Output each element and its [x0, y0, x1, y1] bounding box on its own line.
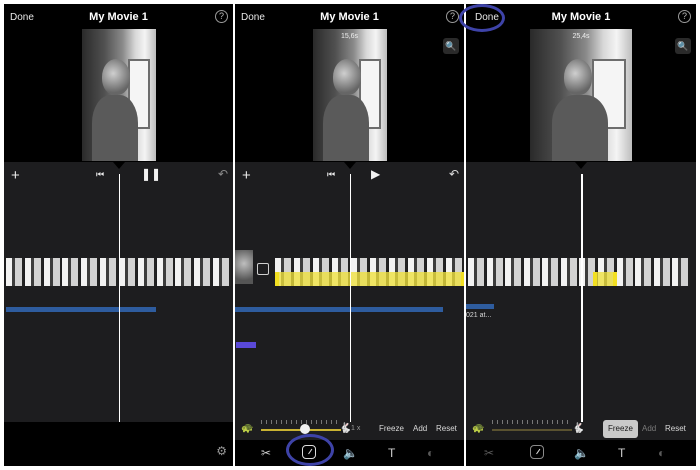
- speed-value: 1 x: [351, 425, 361, 432]
- playhead-line: [349, 174, 351, 422]
- clip-duration-label: 15,6s: [340, 33, 359, 40]
- playhead-line: [581, 174, 583, 422]
- skip-back-icon[interactable]: ⏮: [327, 169, 335, 180]
- audio-track[interactable]: [235, 307, 443, 312]
- speed-slider-knob[interactable]: [300, 424, 310, 434]
- playhead-marker: [575, 162, 587, 169]
- video-preview: [81, 29, 156, 161]
- speed-slider-track[interactable]: [492, 429, 572, 431]
- selected-clip-highlight[interactable]: [275, 272, 464, 286]
- text-icon[interactable]: T: [388, 446, 395, 460]
- volume-icon[interactable]: 🔈: [574, 446, 589, 460]
- timeline[interactable]: 021 at...: [466, 162, 696, 422]
- freeze-frame-highlight[interactable]: [593, 272, 617, 286]
- voiceover-track[interactable]: [236, 342, 256, 348]
- annotation-circle-done: [459, 4, 505, 32]
- speed-ticks: [492, 420, 572, 424]
- filters-icon[interactable]: ◐: [658, 446, 665, 460]
- bottom-toolbar: ✂ 🔈 T ◐: [466, 440, 696, 466]
- playhead-marker: [112, 162, 125, 169]
- clip-duration-label: 25,4s: [572, 33, 590, 40]
- skip-back-icon[interactable]: ⏮: [96, 169, 104, 180]
- freeze-button[interactable]: Freeze: [379, 424, 404, 433]
- photo-clip[interactable]: [235, 250, 253, 284]
- add-button[interactable]: Add: [413, 424, 427, 433]
- help-icon[interactable]: ?: [215, 10, 228, 23]
- reset-button[interactable]: Reset: [436, 424, 457, 433]
- help-icon[interactable]: ?: [446, 10, 459, 23]
- timeline[interactable]: + ⏮ ▶ ↶: [235, 162, 464, 422]
- bottom-toolbar: ⚙: [4, 440, 233, 466]
- settings-icon[interactable]: ⚙: [216, 444, 227, 458]
- timeline[interactable]: + ⏮ ❚❚ ↶: [4, 162, 233, 422]
- turtle-icon: 🐢: [241, 423, 254, 434]
- speed-icon[interactable]: [530, 445, 544, 459]
- add-media-icon[interactable]: +: [242, 168, 251, 183]
- annotation-circle-speed: [286, 434, 334, 466]
- turtle-icon: 🐢: [472, 423, 485, 434]
- zoom-icon[interactable]: 🔍: [443, 38, 459, 54]
- pause-icon[interactable]: ❚❚: [141, 167, 161, 181]
- bottom-toolbar: ✂ 🔈 T ◐: [235, 440, 464, 466]
- audio-track[interactable]: [6, 307, 156, 312]
- zoom-icon[interactable]: 🔍: [675, 38, 691, 54]
- playhead-marker: [343, 162, 356, 169]
- scissors-icon[interactable]: ✂: [261, 446, 271, 460]
- scissors-icon[interactable]: ✂: [484, 446, 494, 460]
- filters-icon[interactable]: ◐: [427, 446, 434, 460]
- help-icon[interactable]: ?: [678, 10, 691, 23]
- panel-editing-paused: Done My Movie 1 ? + ⏮ ❚❚ ↶ ⚙: [4, 4, 233, 466]
- top-bar: Done My Movie 1 ?: [4, 4, 233, 32]
- add-media-icon[interactable]: +: [11, 168, 20, 183]
- audio-track-label: 021 at...: [466, 312, 492, 319]
- video-clip[interactable]: [468, 258, 690, 286]
- volume-icon[interactable]: 🔈: [343, 446, 358, 460]
- video-preview: 15,6s: [312, 29, 387, 161]
- project-title: My Movie 1: [320, 11, 379, 23]
- panel-freeze-applied: Done My Movie 1 ? 25,4s 🔍 021 at... 🐢 🐇 …: [466, 4, 696, 466]
- add-button[interactable]: Add: [642, 424, 656, 433]
- reset-button[interactable]: Reset: [665, 424, 686, 433]
- freeze-button[interactable]: Freeze: [603, 420, 638, 438]
- project-title: My Movie 1: [89, 11, 148, 23]
- undo-icon[interactable]: ↶: [218, 167, 228, 181]
- play-icon[interactable]: ▶: [371, 167, 380, 181]
- playhead-line: [118, 174, 120, 422]
- hare-icon: 🐇: [339, 423, 352, 434]
- video-preview: 25,4s: [530, 29, 632, 161]
- panel-speed-selected: Done My Movie 1 ? 15,6s 🔍 + ⏮ ▶ ↶ 🐢 🐇 1 …: [235, 4, 464, 466]
- transition-icon[interactable]: [257, 263, 269, 275]
- text-icon[interactable]: T: [618, 446, 625, 460]
- top-bar: Done My Movie 1 ?: [235, 4, 464, 32]
- audio-track[interactable]: [466, 304, 494, 309]
- speed-ticks: [261, 420, 341, 424]
- hare-icon: 🐇: [572, 423, 585, 434]
- undo-icon[interactable]: ↶: [449, 167, 459, 181]
